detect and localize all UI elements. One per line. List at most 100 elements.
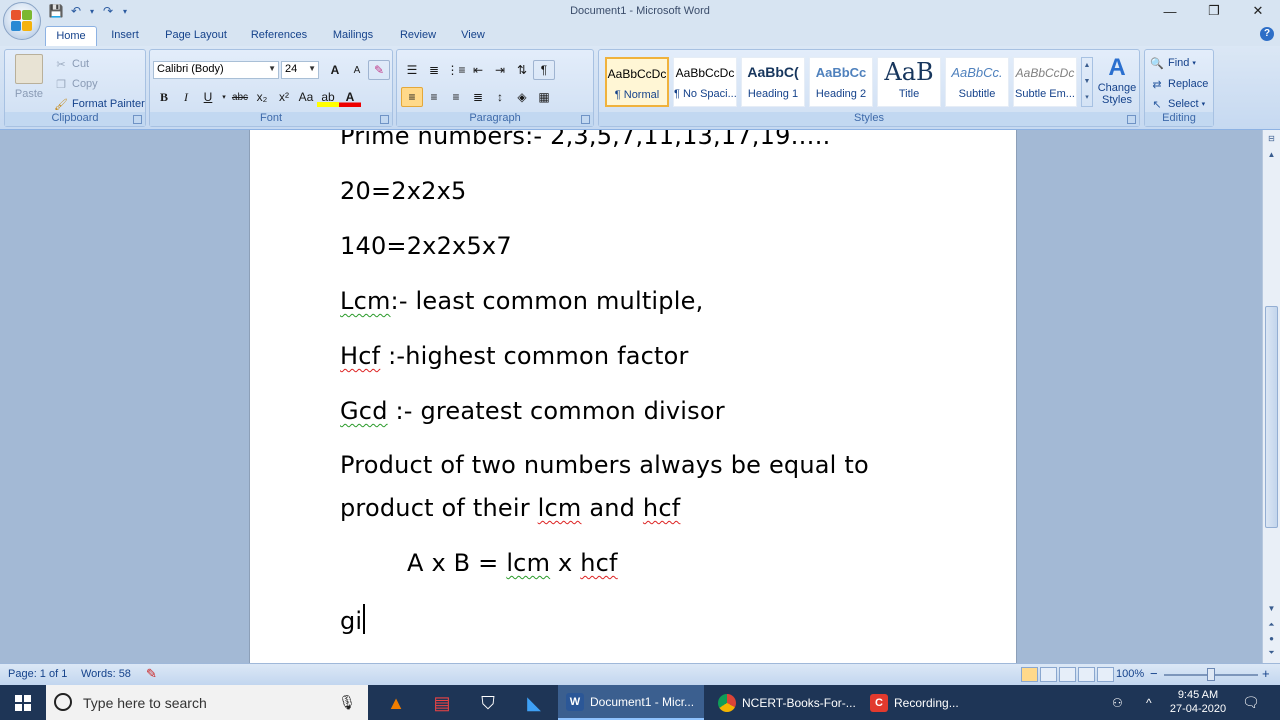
show-formatting-icon[interactable]: ¶	[533, 60, 555, 80]
previous-page-icon[interactable]: ⏶	[1265, 618, 1278, 632]
superscript-button[interactable]: x²	[273, 87, 295, 107]
full-screen-reading-icon[interactable]	[1040, 667, 1057, 682]
security-shield-icon[interactable]: ⛉	[474, 689, 502, 717]
browse-object-icon[interactable]: ●	[1265, 632, 1278, 646]
proofing-icon[interactable]: ✎	[146, 666, 157, 682]
tab-page-layout[interactable]: Page Layout	[158, 26, 234, 46]
subscript-button[interactable]: x₂	[251, 87, 273, 107]
help-icon[interactable]: ?	[1260, 27, 1274, 41]
bullets-icon[interactable]: ☰	[401, 60, 423, 80]
office-logo-icon	[11, 10, 33, 32]
font-name-combo[interactable]: Calibri (Body) ▼	[153, 61, 279, 79]
cut-button[interactable]: ✂ Cut	[53, 55, 89, 73]
print-layout-icon[interactable]	[1021, 667, 1038, 682]
align-center-icon[interactable]: ≡	[423, 87, 445, 107]
increase-indent-icon[interactable]: ⇥	[489, 60, 511, 80]
clipboard-launcher-icon[interactable]	[133, 115, 142, 124]
people-icon[interactable]: ⚇	[1112, 685, 1123, 720]
tab-insert[interactable]: Insert	[100, 26, 150, 46]
styles-launcher-icon[interactable]	[1127, 115, 1136, 124]
paragraph-launcher-icon[interactable]	[581, 115, 590, 124]
tab-home[interactable]: Home	[45, 26, 97, 46]
strikethrough-button[interactable]: abc	[229, 87, 251, 107]
word-count[interactable]: Words: 58	[81, 668, 131, 680]
grow-font-button[interactable]: A	[324, 60, 346, 80]
shrink-font-button[interactable]: A	[346, 60, 368, 80]
copy-button[interactable]: ❐ Copy	[53, 75, 98, 93]
multilevel-list-icon[interactable]: ⋮≡	[445, 60, 467, 80]
taskbar-app-word[interactable]: W Document1 - Micr...	[558, 685, 704, 720]
tab-review[interactable]: Review	[392, 26, 444, 46]
find-button[interactable]: 🔍 Find ▾	[1149, 54, 1196, 72]
taskbar-app-chrome[interactable]: NCERT-Books-For-...	[710, 685, 860, 720]
clear-formatting-icon[interactable]: ✎	[368, 60, 390, 80]
font-launcher-icon[interactable]	[380, 115, 389, 124]
font-color-button[interactable]: A	[339, 87, 361, 107]
borders-icon[interactable]: ▦	[533, 87, 555, 107]
change-styles-button[interactable]: A Change Styles	[1097, 54, 1137, 112]
taskbar-clock[interactable]: 9:45 AM 27-04-2020	[1168, 688, 1228, 716]
next-page-icon[interactable]: ⏷	[1265, 646, 1278, 660]
zoom-in-icon[interactable]: +	[1262, 666, 1270, 681]
close-button[interactable]: ✕	[1236, 0, 1280, 22]
pdf-app-icon[interactable]: ▤	[428, 689, 456, 717]
format-painter-button[interactable]: 🖌 Format Painter	[53, 95, 145, 113]
tab-mailings[interactable]: Mailings	[324, 26, 382, 46]
line-spacing-icon[interactable]: ↕	[489, 87, 511, 107]
tab-view[interactable]: View	[452, 26, 494, 46]
microphone-icon[interactable]: 🎙	[338, 694, 356, 711]
notifications-icon[interactable]: 🗨	[1242, 685, 1260, 720]
underline-button[interactable]: U	[197, 87, 219, 107]
italic-button[interactable]: I	[175, 87, 197, 107]
style-heading-2[interactable]: AaBbCc Heading 2	[809, 57, 873, 107]
paste-button[interactable]: Paste	[9, 54, 49, 112]
tab-references[interactable]: References	[244, 26, 314, 46]
replace-button[interactable]: ⇄ Replace	[1149, 75, 1208, 93]
decrease-indent-icon[interactable]: ⇤	[467, 60, 489, 80]
style-title[interactable]: AaB Title	[877, 57, 941, 107]
numbering-icon[interactable]: ≣	[423, 60, 445, 80]
sort-icon[interactable]: ⇅	[511, 60, 533, 80]
bold-button[interactable]: B	[153, 87, 175, 107]
style-normal[interactable]: AaBbCcDc ¶ Normal	[605, 57, 669, 107]
change-styles-icon: A	[1108, 54, 1126, 81]
document-page[interactable]: Prime numbers:- 2,3,5,7,11,13,17,19….. 2…	[249, 130, 1017, 663]
scroll-down-icon[interactable]: ▼	[1265, 602, 1278, 616]
zoom-slider-knob[interactable]	[1207, 668, 1215, 681]
highlight-button[interactable]: ab	[317, 87, 339, 107]
office-button[interactable]	[3, 2, 41, 40]
maximize-button[interactable]: ❐	[1192, 0, 1236, 22]
tray-chevron-icon[interactable]: ^	[1146, 685, 1152, 720]
page-count[interactable]: Page: 1 of 1	[8, 668, 67, 680]
scroll-up-icon[interactable]: ▲	[1265, 148, 1278, 162]
style-no-spacing[interactable]: AaBbCcDc ¶ No Spaci...	[673, 57, 737, 107]
underline-dropdown-icon[interactable]: ▾	[219, 87, 229, 107]
change-case-button[interactable]: Aa	[295, 87, 317, 107]
paragraph-group: ☰ ≣ ⋮≡ ⇤ ⇥ ⇅ ¶ ≡ ≡ ≡ ≣ ↕ ◈ ▦ Paragraph	[396, 49, 594, 127]
align-right-icon[interactable]: ≡	[445, 87, 467, 107]
vlc-icon[interactable]: ▲	[382, 689, 410, 717]
styles-scroll[interactable]: ▲ ▼ ▾	[1081, 57, 1093, 107]
select-button[interactable]: ↖ Select ▾	[1149, 95, 1205, 113]
cursor-icon: ↖	[1152, 98, 1162, 111]
align-left-icon[interactable]: ≡	[401, 87, 423, 107]
ruler-toggle-icon[interactable]: ⊟	[1265, 132, 1278, 146]
justify-icon[interactable]: ≣	[467, 87, 489, 107]
font-size-combo[interactable]: 24 ▼	[281, 61, 319, 79]
minimize-button[interactable]: —	[1148, 0, 1192, 22]
vertical-scrollbar[interactable]: ⊟ ▲ ▼ ⏶ ● ⏷	[1262, 130, 1280, 663]
outline-icon[interactable]	[1078, 667, 1095, 682]
web-layout-icon[interactable]	[1059, 667, 1076, 682]
app-icon[interactable]: ◣	[520, 689, 548, 717]
zoom-level[interactable]: 100%	[1116, 668, 1144, 680]
start-button[interactable]	[0, 685, 46, 720]
taskbar-search-box[interactable]: Type here to search 🎙	[46, 685, 368, 720]
zoom-out-icon[interactable]: −	[1150, 666, 1158, 681]
style-subtle-emphasis[interactable]: AaBbCcDc Subtle Em...	[1013, 57, 1077, 107]
style-subtitle[interactable]: AaBbCc. Subtitle	[945, 57, 1009, 107]
style-heading-1[interactable]: AaBbC( Heading 1	[741, 57, 805, 107]
shading-icon[interactable]: ◈	[511, 87, 533, 107]
scroll-thumb[interactable]	[1265, 306, 1278, 528]
draft-icon[interactable]	[1097, 667, 1114, 682]
taskbar-app-recording[interactable]: C Recording...	[862, 685, 1012, 720]
